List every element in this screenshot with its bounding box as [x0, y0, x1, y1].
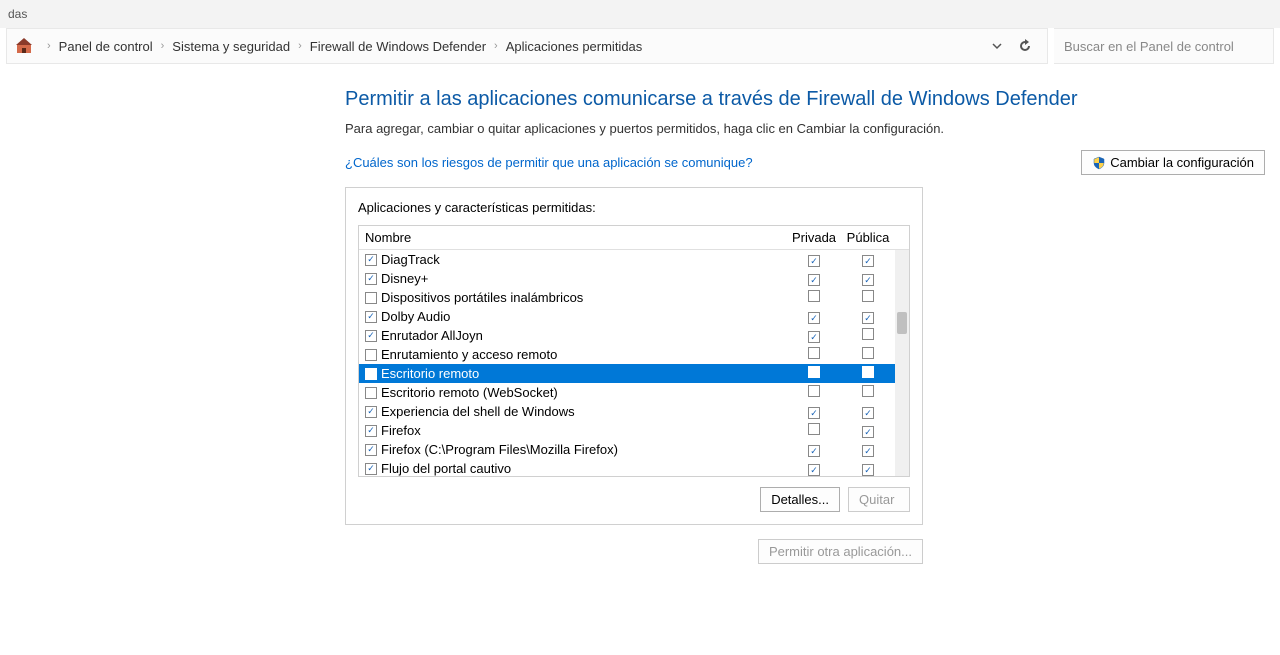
enable-checkbox[interactable] — [365, 463, 377, 475]
public-checkbox[interactable] — [862, 464, 874, 476]
app-name: Dolby Audio — [381, 309, 450, 324]
breadcrumb-allowed[interactable]: Aplicaciones permitidas — [506, 39, 643, 54]
public-checkbox[interactable] — [862, 290, 874, 302]
chevron-icon: › — [298, 40, 302, 52]
public-checkbox[interactable] — [862, 255, 874, 267]
enable-checkbox[interactable] — [365, 444, 377, 456]
enable-checkbox[interactable] — [365, 349, 377, 361]
search-input[interactable]: Buscar en el Panel de control — [1054, 28, 1274, 64]
public-checkbox[interactable] — [862, 328, 874, 340]
apps-table: Nombre Privada Pública DiagTrack Disney+ D… — [358, 225, 910, 477]
control-panel-icon[interactable] — [15, 37, 33, 55]
breadcrumb-panel[interactable]: Panel de control — [59, 39, 153, 54]
private-checkbox[interactable] — [808, 312, 820, 324]
scrollbar[interactable] — [895, 250, 909, 476]
chevron-icon: › — [494, 40, 498, 52]
app-name: Flujo del portal cautivo — [381, 461, 511, 476]
private-checkbox[interactable] — [808, 407, 820, 419]
column-private[interactable]: Privada — [787, 230, 841, 245]
table-row[interactable]: DiagTrack — [359, 250, 909, 269]
enable-checkbox[interactable] — [365, 368, 377, 380]
app-name: Experiencia del shell de Windows — [381, 404, 575, 419]
column-name[interactable]: Nombre — [359, 230, 787, 245]
enable-checkbox[interactable] — [365, 254, 377, 266]
remove-button[interactable]: Quitar — [848, 487, 910, 512]
private-checkbox[interactable] — [808, 255, 820, 267]
column-public[interactable]: Pública — [841, 230, 895, 245]
table-header: Nombre Privada Pública — [359, 226, 909, 250]
allowed-apps-panel: Aplicaciones y características permitida… — [345, 187, 923, 525]
public-checkbox[interactable] — [862, 347, 874, 359]
titlebar-text: das — [8, 7, 27, 21]
private-checkbox[interactable] — [808, 464, 820, 476]
app-name: Disney+ — [381, 271, 428, 286]
private-checkbox[interactable] — [808, 331, 820, 343]
table-row[interactable]: Enrutador AllJoyn — [359, 326, 909, 345]
public-checkbox[interactable] — [862, 385, 874, 397]
public-checkbox[interactable] — [862, 426, 874, 438]
help-link[interactable]: ¿Cuáles son los riesgos de permitir que … — [345, 155, 753, 170]
breadcrumb-firewall[interactable]: Firewall de Windows Defender — [310, 39, 486, 54]
refresh-icon[interactable] — [1011, 32, 1039, 60]
address-bar: › Panel de control › Sistema y seguridad… — [6, 28, 1048, 64]
enable-checkbox[interactable] — [365, 406, 377, 418]
page-description: Para agregar, cambiar o quitar aplicacio… — [345, 121, 1265, 136]
private-checkbox[interactable] — [808, 423, 820, 435]
app-name: Enrutador AllJoyn — [381, 328, 483, 343]
table-row[interactable]: Firefox — [359, 421, 909, 440]
shield-icon — [1092, 156, 1106, 170]
table-row[interactable]: Dispositivos portátiles inalámbricos — [359, 288, 909, 307]
page-title: Permitir a las aplicaciones comunicarse … — [345, 88, 1265, 111]
table-row[interactable]: Enrutamiento y acceso remoto — [359, 345, 909, 364]
chevron-icon: › — [161, 40, 165, 52]
search-placeholder: Buscar en el Panel de control — [1064, 39, 1234, 54]
public-checkbox[interactable] — [862, 366, 874, 378]
enable-checkbox[interactable] — [365, 292, 377, 304]
private-checkbox[interactable] — [808, 290, 820, 302]
private-checkbox[interactable] — [808, 366, 820, 378]
public-checkbox[interactable] — [862, 274, 874, 286]
window-titlebar: das — [0, 0, 1280, 28]
enable-checkbox[interactable] — [365, 425, 377, 437]
enable-checkbox[interactable] — [365, 330, 377, 342]
table-row[interactable]: Escritorio remoto (WebSocket) — [359, 383, 909, 402]
private-checkbox[interactable] — [808, 385, 820, 397]
details-button[interactable]: Detalles... — [760, 487, 840, 512]
scroll-thumb[interactable] — [897, 312, 907, 334]
enable-checkbox[interactable] — [365, 311, 377, 323]
table-row[interactable]: Flujo del portal cautivo — [359, 459, 909, 476]
change-settings-button[interactable]: Cambiar la configuración — [1081, 150, 1265, 175]
enable-checkbox[interactable] — [365, 387, 377, 399]
allow-another-button[interactable]: Permitir otra aplicación... — [758, 539, 923, 564]
app-name: Enrutamiento y acceso remoto — [381, 347, 557, 362]
table-row[interactable]: Firefox (C:\Program Files\Mozilla Firefo… — [359, 440, 909, 459]
private-checkbox[interactable] — [808, 347, 820, 359]
app-name: Firefox (C:\Program Files\Mozilla Firefo… — [381, 442, 618, 457]
history-dropdown-icon[interactable] — [983, 32, 1011, 60]
chevron-icon: › — [47, 40, 51, 52]
public-checkbox[interactable] — [862, 445, 874, 457]
change-settings-label: Cambiar la configuración — [1110, 155, 1254, 170]
app-name: Escritorio remoto (WebSocket) — [381, 385, 558, 400]
private-checkbox[interactable] — [808, 274, 820, 286]
app-name: Dispositivos portátiles inalámbricos — [381, 290, 583, 305]
public-checkbox[interactable] — [862, 312, 874, 324]
app-name: DiagTrack — [381, 252, 440, 267]
enable-checkbox[interactable] — [365, 273, 377, 285]
app-name: Escritorio remoto — [381, 366, 479, 381]
table-row[interactable]: Experiencia del shell de Windows — [359, 402, 909, 421]
breadcrumb-system[interactable]: Sistema y seguridad — [172, 39, 290, 54]
panel-label: Aplicaciones y características permitida… — [358, 200, 910, 215]
table-row[interactable]: Disney+ — [359, 269, 909, 288]
app-name: Firefox — [381, 423, 421, 438]
table-row[interactable]: Escritorio remoto — [359, 364, 909, 383]
private-checkbox[interactable] — [808, 445, 820, 457]
public-checkbox[interactable] — [862, 407, 874, 419]
table-row[interactable]: Dolby Audio — [359, 307, 909, 326]
